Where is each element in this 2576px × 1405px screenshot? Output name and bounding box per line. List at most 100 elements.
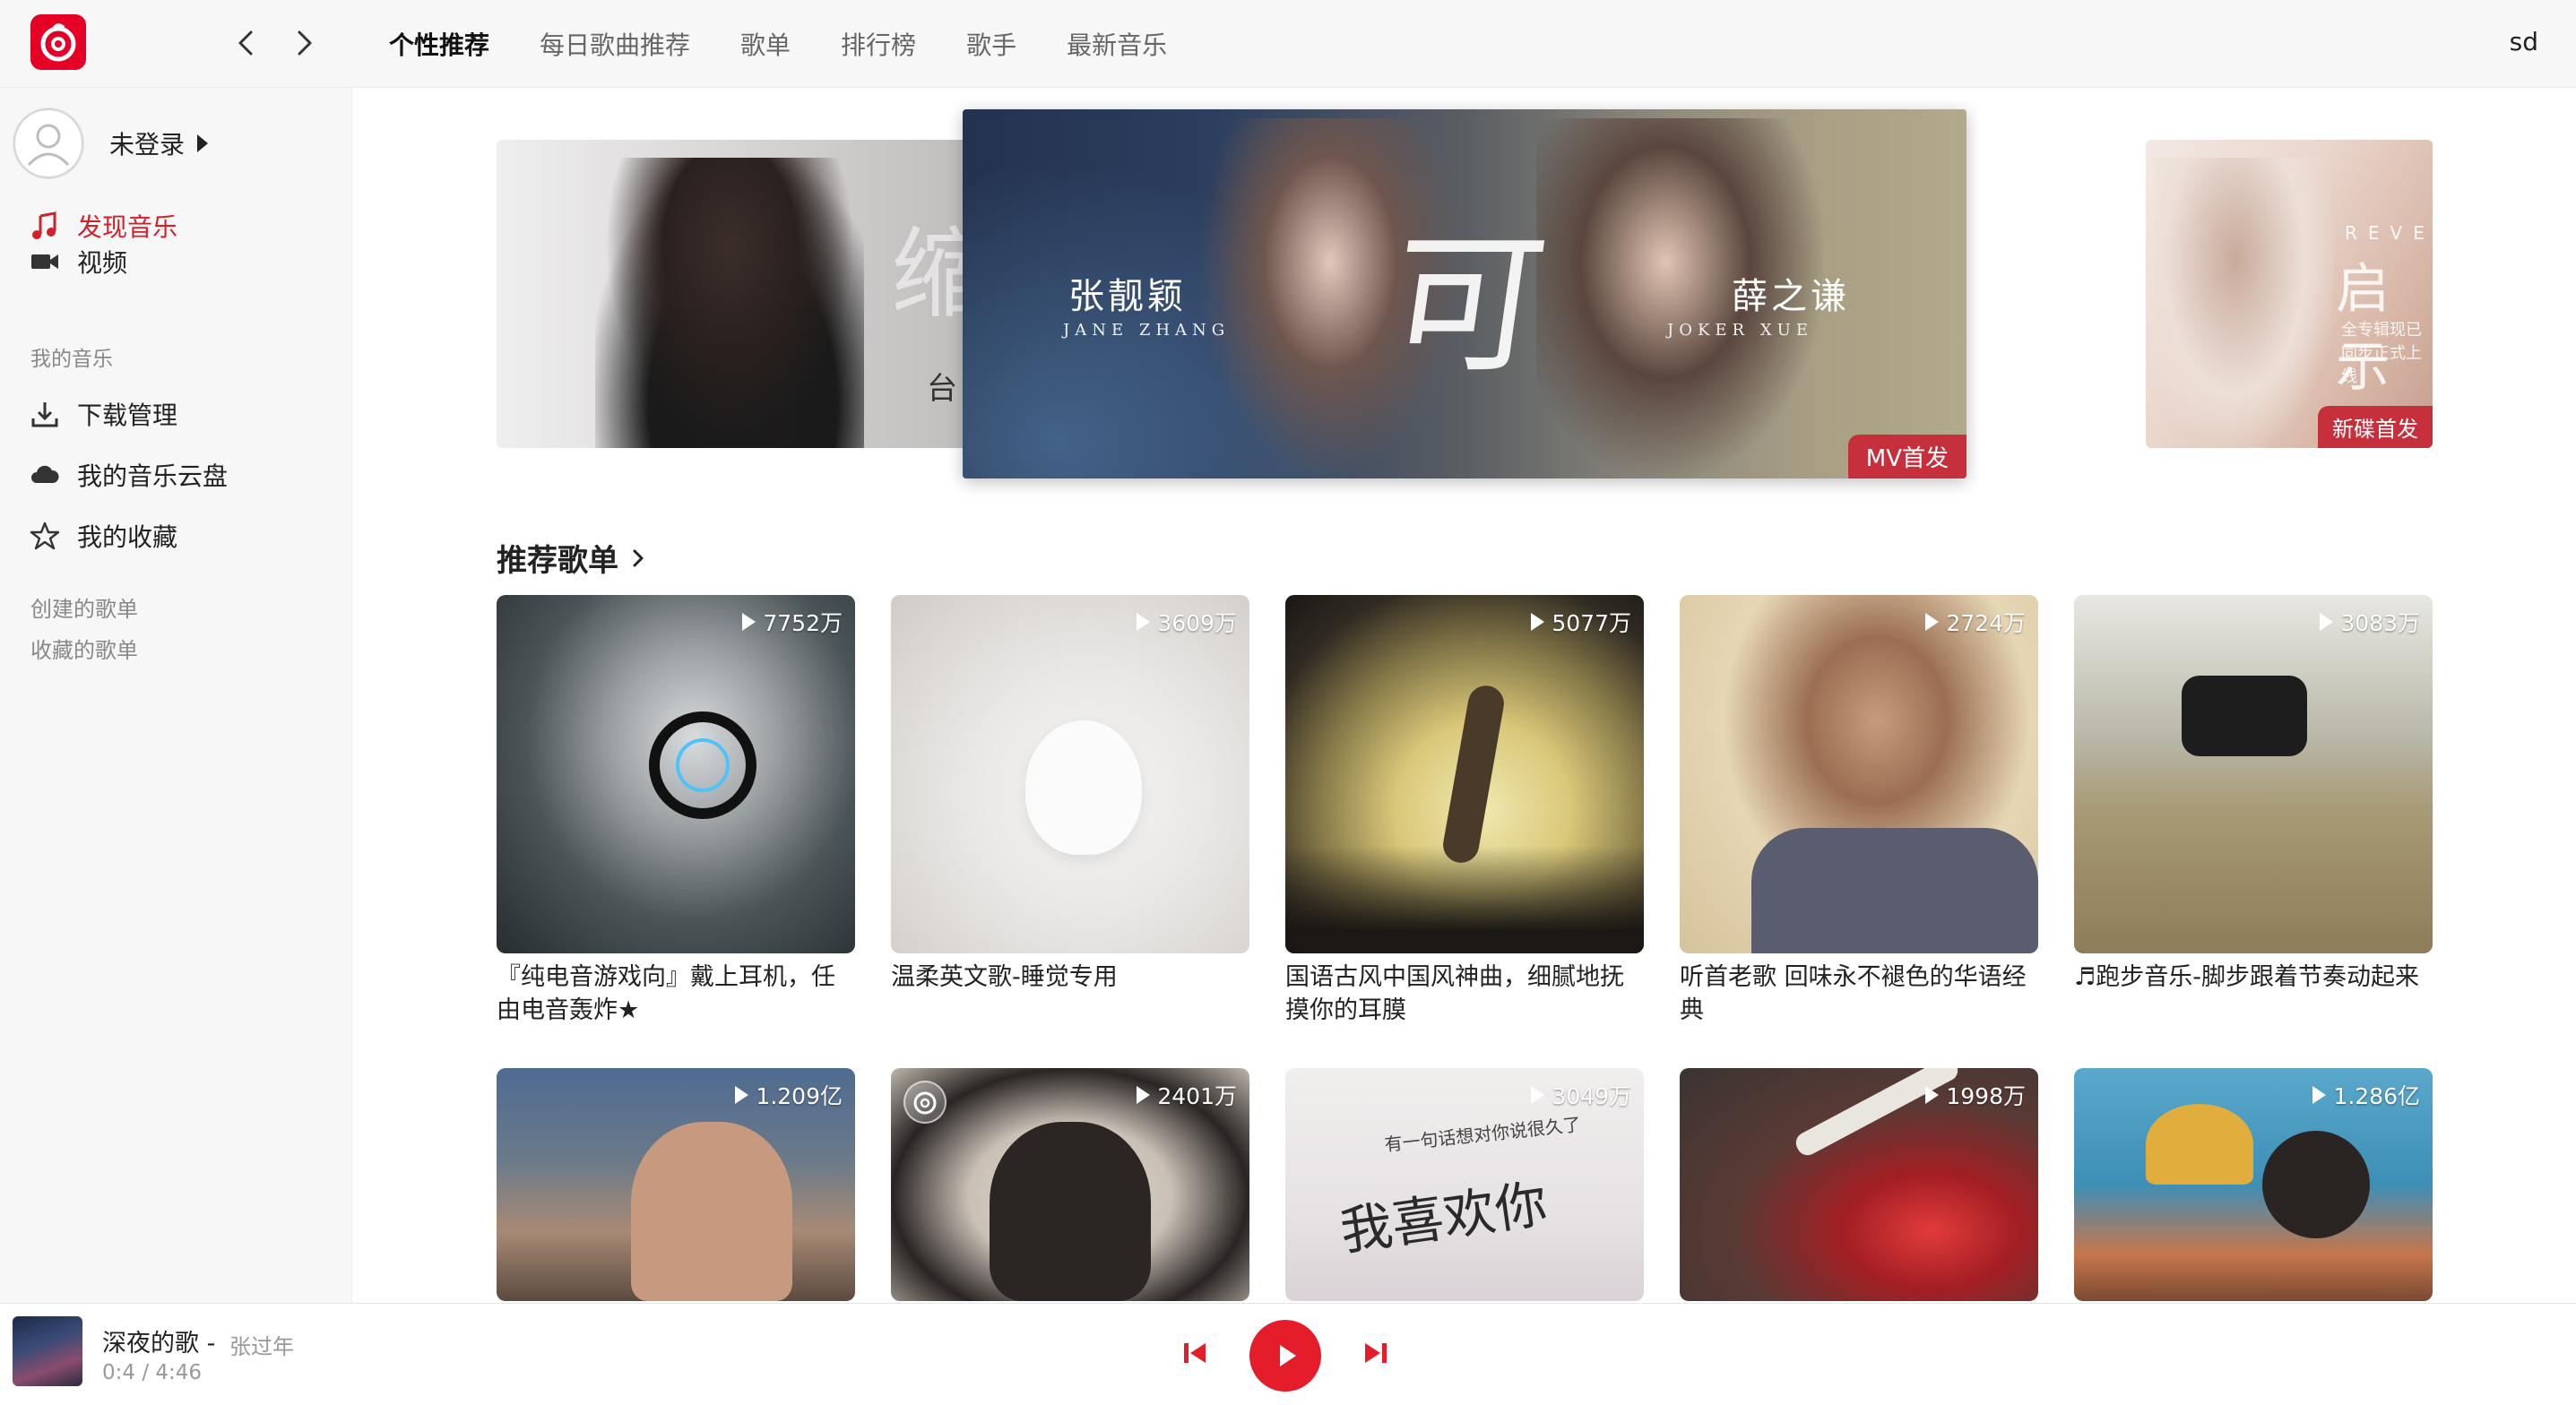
recommended-playlists-title[interactable]: 推荐歌单 — [497, 536, 647, 580]
collected-playlists-link[interactable]: 收藏的歌单 — [30, 633, 138, 664]
banner-center-name-a-en: JANE ZHANG — [1063, 321, 1231, 340]
caret-right-icon — [197, 134, 209, 152]
avatar — [13, 108, 84, 179]
sidebar-item-label: 下载管理 — [77, 401, 178, 430]
banner-left-image — [595, 158, 864, 448]
tab-artists[interactable]: 歌手 — [966, 26, 1016, 62]
player-bar: 深夜的歌 - 张过年 0:4 / 4:46 — [0, 1303, 2576, 1405]
created-playlists-link[interactable]: 创建的歌单 — [30, 591, 138, 623]
chevron-right-icon — [633, 549, 644, 566]
play-count: 1.209亿 — [735, 1079, 843, 1111]
cloud-icon — [29, 459, 61, 491]
playlist-cover: 3609万 — [891, 595, 1249, 953]
play-count-value: 2724万 — [1946, 610, 2026, 636]
play-count-value: 1998万 — [1946, 1083, 2026, 1109]
top-bar: 个性推荐 每日歌曲推荐 歌单 排行榜 歌手 最新音乐 sd — [0, 0, 2576, 88]
play-count: 2401万 — [1137, 1079, 1237, 1111]
play-button[interactable] — [1249, 1320, 1321, 1392]
playlist-card[interactable]: 3609万 温柔英文歌-睡觉专用 — [891, 595, 1249, 1029]
banner-right-image — [2155, 158, 2334, 448]
play-count-icon — [2312, 1086, 2327, 1104]
sidebar-item-label: 我的音乐云盘 — [77, 461, 229, 491]
play-count-value: 5077万 — [1552, 610, 1631, 636]
play-count-icon — [742, 613, 756, 631]
banner-left-small-char: 台 — [927, 371, 957, 407]
section-title-text: 推荐歌单 — [497, 543, 618, 579]
sidebar-item-video[interactable]: 视频 — [29, 240, 127, 283]
play-count: 1.286亿 — [2312, 1079, 2420, 1111]
banner-right[interactable]: REVELATION 启示录 全专辑现已同步正式上线 新碟首发 — [2146, 140, 2433, 448]
banner-center-brush-char: 可 — [1378, 217, 1556, 394]
play-count-icon — [735, 1086, 749, 1104]
playlist-title: 『纯电音游戏向』戴上耳机，任由电音轰炸★ — [497, 963, 835, 1024]
tab-charts[interactable]: 排行榜 — [841, 26, 916, 62]
back-arrow-icon[interactable] — [229, 23, 265, 63]
banner-center-name-b-en: JOKER XUE — [1667, 321, 1813, 340]
banner-center[interactable]: 可 张靓颖 JANE ZHANG 薛之谦 JOKER XUE MV首发 — [963, 109, 1967, 478]
playlist-title: 温柔英文歌-睡觉专用 — [891, 963, 1118, 991]
playlist-card[interactable]: 2724万 听首老歌 回味永不褪色的华语经典 — [1680, 595, 2038, 1029]
now-playing-time: 0:4 / 4:46 — [102, 1361, 203, 1384]
playlist-card[interactable]: 7752万 『纯电音游戏向』戴上耳机，任由电音轰炸★ — [497, 595, 855, 1029]
play-count-value: 7752万 — [763, 610, 843, 636]
play-count-value: 1.209亿 — [756, 1083, 843, 1109]
play-count: 3083万 — [2320, 606, 2420, 638]
playlist-card[interactable]: 1998万 — [1680, 1068, 2038, 1301]
playlist-cover: 有一句话想对你说很久了 我喜欢你 3049万 — [1285, 1068, 1644, 1301]
playlist-card[interactable]: 有一句话想对你说很久了 我喜欢你 3049万 — [1285, 1068, 1644, 1301]
sidebar-item-label: 视频 — [77, 248, 128, 278]
banner-right-reveal: REVELATION — [2345, 222, 2433, 244]
play-count: 3049万 — [1531, 1079, 1631, 1111]
previous-track-button[interactable] — [1181, 1340, 1208, 1366]
cover-handwriting: 我喜欢你 — [1336, 1173, 1552, 1263]
login-label: 未登录 — [109, 130, 186, 159]
tab-personal-recommend[interactable]: 个性推荐 — [389, 26, 489, 62]
playlist-cover: 1.286亿 — [2074, 1068, 2433, 1301]
skip-next-icon — [1365, 1343, 1387, 1363]
play-icon — [1280, 1345, 1296, 1366]
playlist-card[interactable]: 3083万 ♬跑步音乐-脚步跟着节奏动起来 — [2074, 595, 2433, 1029]
download-icon — [29, 398, 61, 430]
play-count-value: 2401万 — [1157, 1083, 1237, 1109]
tab-new-music[interactable]: 最新音乐 — [1067, 26, 1167, 62]
sidebar-item-downloads[interactable]: 下载管理 — [29, 392, 177, 435]
tab-daily-songs[interactable]: 每日歌曲推荐 — [540, 26, 690, 62]
sidebar-item-favorites[interactable]: 我的收藏 — [29, 514, 177, 557]
now-playing-artist[interactable]: 张过年 — [229, 1329, 294, 1360]
main-content: 缩 台 REVELATION 启示录 全专辑现已同步正式上线 新碟首发 可 张靓… — [353, 88, 2576, 1303]
banner-center-name-a: 张靓颖 — [1068, 276, 1187, 317]
now-playing-title[interactable]: 深夜的歌 - — [102, 1323, 215, 1358]
playlist-card[interactable]: 2401万 — [891, 1068, 1249, 1301]
playlist-card[interactable]: 5077万 国语古风中国风神曲，细腻地抚摸你的耳膜 — [1285, 595, 1644, 1029]
play-count: 5077万 — [1531, 606, 1631, 638]
tab-playlists[interactable]: 歌单 — [740, 26, 791, 62]
user-name[interactable]: sd — [2510, 27, 2538, 56]
skip-previous-icon — [1184, 1343, 1206, 1363]
forward-arrow-icon[interactable] — [285, 23, 321, 63]
login-button[interactable]: 未登录 — [13, 108, 209, 179]
play-count: 1998万 — [1925, 1079, 2026, 1111]
playlist-cover: 3083万 — [2074, 595, 2433, 953]
play-count-value: 3609万 — [1157, 610, 1237, 636]
play-count-icon — [1925, 613, 1940, 631]
sidebar-item-cloud[interactable]: 我的音乐云盘 — [29, 453, 228, 496]
mv-premiere-tag: MV首发 — [1847, 435, 1967, 478]
playlist-cover: 2401万 — [891, 1068, 1249, 1301]
play-count-value: 3083万 — [2340, 610, 2420, 636]
now-playing-cover[interactable] — [13, 1316, 82, 1386]
play-count-value: 3049万 — [1552, 1083, 1631, 1109]
app-logo-icon[interactable] — [30, 14, 86, 70]
playlist-cover: 5077万 — [1285, 595, 1644, 953]
sidebar-item-label: 发现音乐 — [77, 212, 178, 242]
playlist-cover: 1.209亿 — [497, 1068, 855, 1301]
play-count-icon — [1531, 613, 1545, 631]
playlist-card[interactable]: 1.286亿 — [2074, 1068, 2433, 1301]
play-count: 7752万 — [742, 606, 843, 638]
playlist-card[interactable]: 1.209亿 — [497, 1068, 855, 1301]
play-count-icon — [2320, 613, 2334, 631]
playlist-cover: 7752万 — [497, 595, 855, 953]
cover-handwriting-top: 有一句话想对你说很久了 — [1383, 1113, 1582, 1156]
banner-right-subtitle: 全专辑现已同步正式上线 — [2341, 321, 2422, 386]
playlist-title: 听首老歌 回味永不褪色的华语经典 — [1680, 963, 2027, 1024]
next-track-button[interactable] — [1362, 1340, 1389, 1366]
